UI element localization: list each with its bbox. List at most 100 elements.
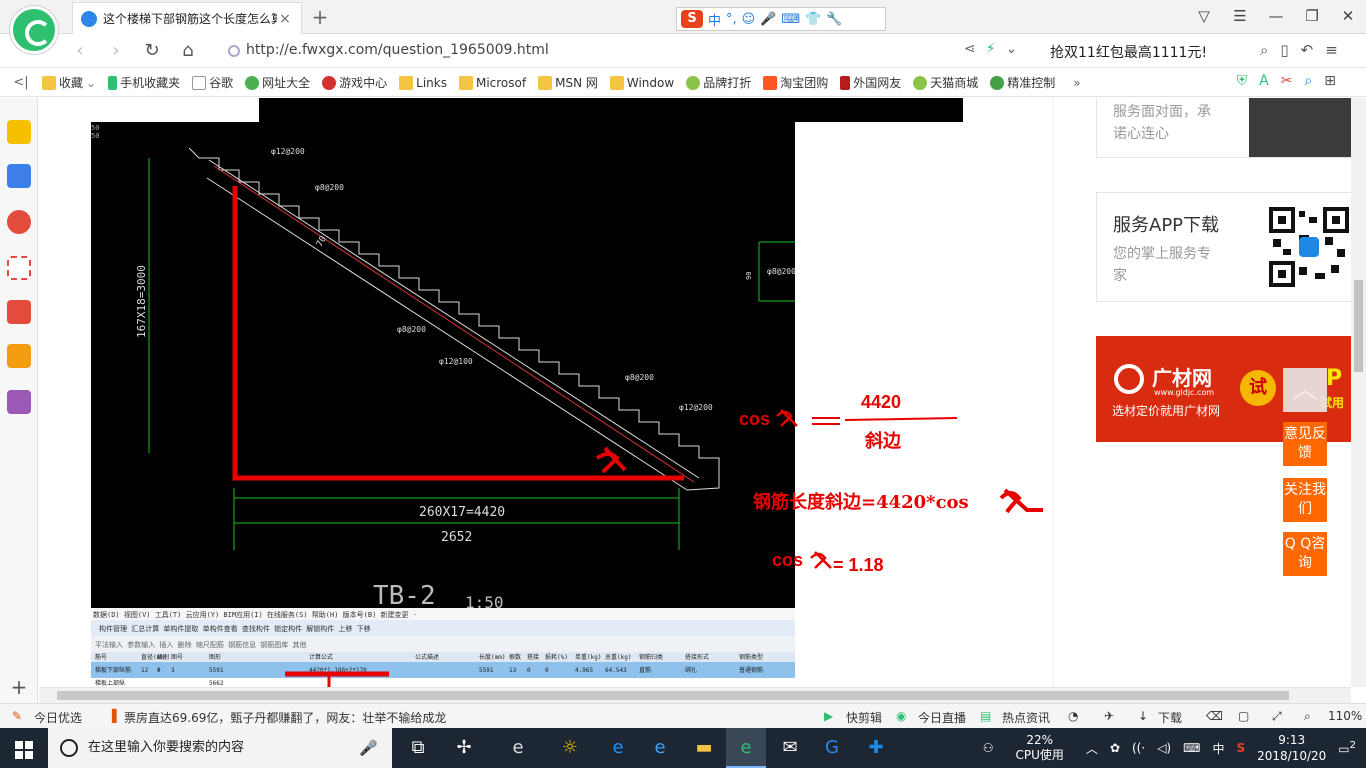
news-feed-icon[interactable] <box>7 164 31 188</box>
live-link[interactable]: 今日直播 <box>918 709 966 726</box>
bookmark-mobile[interactable]: 手机收藏夹 <box>108 74 180 91</box>
maximize-icon[interactable]: ❐ <box>1294 0 1330 32</box>
task-view-icon[interactable]: ⧉ <box>398 728 438 768</box>
follow-us-button[interactable]: 关注我们 <box>1283 478 1327 522</box>
browser-logo-icon[interactable] <box>10 6 58 54</box>
favorites-star-icon[interactable] <box>7 120 31 144</box>
shield-icon[interactable]: ⛨ <box>1237 73 1248 89</box>
bookmark-tmall[interactable]: 天猫商城 <box>913 74 978 91</box>
bookmarks-more-icon[interactable]: » <box>1073 76 1080 90</box>
video-edit-link[interactable]: 快剪辑 <box>846 709 882 726</box>
clock[interactable]: 9:13 2018/10/20 <box>1251 732 1332 764</box>
grid-icon[interactable]: ⊞ <box>1324 73 1336 89</box>
keyboard-icon[interactable]: ⌨ <box>1177 741 1206 755</box>
share-icon[interactable]: ⋖ <box>964 41 976 57</box>
back-icon[interactable]: ‹ <box>68 40 92 62</box>
qr-code-icon[interactable] <box>1269 207 1349 287</box>
url-input[interactable]: http://e.fwxgx.com/question_1965009.html <box>246 42 549 58</box>
bookmark-directory[interactable]: 网址大全 <box>245 74 310 91</box>
bookmark-windows[interactable]: Window <box>609 75 674 90</box>
vertical-scroll-thumb[interactable] <box>1354 280 1363 372</box>
comic-icon[interactable] <box>7 390 31 414</box>
ime-skin-icon[interactable]: 👕 <box>805 12 821 27</box>
skin-icon[interactable]: ▽ <box>1186 0 1222 32</box>
hot-news-link[interactable]: 热点资讯 <box>1002 709 1050 726</box>
ime-indicator[interactable]: 中 <box>1206 740 1230 757</box>
speed-mode-icon[interactable]: ⚡ <box>986 41 996 57</box>
bookmark-favorites[interactable]: 收藏 ⌄ <box>42 74 96 91</box>
refresh-icon[interactable]: ↻ <box>140 40 164 62</box>
browser-taskbar-icon[interactable]: e <box>726 728 766 768</box>
weibo-icon[interactable] <box>7 210 31 234</box>
bookmark-microsoft[interactable]: Microsof <box>458 75 526 90</box>
forward-icon[interactable]: › <box>104 40 128 62</box>
ime-voice-icon[interactable]: 🎤 <box>760 12 776 27</box>
window-icon[interactable]: ▢ <box>1238 709 1249 723</box>
translate-icon[interactable]: A <box>1259 73 1269 89</box>
ime-tools-icon[interactable]: 🔧 <box>826 12 842 27</box>
chevron-down-icon[interactable]: ⌄ <box>1006 41 1018 57</box>
horizontal-scroll-thumb[interactable] <box>57 691 1289 700</box>
network-icon[interactable]: ((· <box>1126 741 1151 755</box>
qq-consult-button[interactable]: Q Q咨询 <box>1283 532 1327 576</box>
undo-icon[interactable]: ↶ <box>1301 41 1314 59</box>
ime-keyboard-icon[interactable]: ⌨ <box>781 12 800 27</box>
tray-app-icon[interactable]: ✿ <box>1104 741 1126 755</box>
download-link[interactable]: 下载 <box>1158 709 1182 726</box>
notification-center-icon[interactable]: ▭2 <box>1332 740 1366 756</box>
zoom-level[interactable]: 110% <box>1328 709 1362 723</box>
cpu-meter[interactable]: 22% CPU使用 <box>1000 733 1080 763</box>
ime-toolbar[interactable]: S 中 °, ☺ 🎤 ⌨ 👕 🔧 <box>676 7 886 31</box>
tab-close-icon[interactable]: × <box>277 11 293 27</box>
mail-icon[interactable] <box>7 256 31 280</box>
360-browser-icon[interactable]: e <box>498 728 538 768</box>
bookmark-games[interactable]: 游戏中心 <box>322 74 387 91</box>
menu-icon[interactable]: ☰ <box>1222 0 1258 32</box>
home-icon[interactable]: ⌂ <box>176 40 200 62</box>
back-to-top-button[interactable]: ︿ <box>1283 368 1327 412</box>
file-explorer-icon[interactable]: ▬ <box>684 728 724 768</box>
microphone-icon[interactable]: 🎤 <box>359 728 378 768</box>
search-icon[interactable]: ⌕ <box>1304 73 1312 89</box>
tray-expand-icon[interactable]: ︿ <box>1080 740 1104 757</box>
app-download-card[interactable]: 服务APP下载 您的掌上服务专 家 <box>1096 192 1351 302</box>
plus-app-icon[interactable]: ✚ <box>856 728 896 768</box>
minimize-icon[interactable]: — <box>1258 0 1294 32</box>
vertical-scrollbar[interactable] <box>1351 98 1366 687</box>
bookmark-precise[interactable]: 精准控制 <box>990 74 1055 91</box>
security-icon[interactable] <box>228 45 240 57</box>
volume-icon[interactable]: ◁) <box>1151 741 1177 755</box>
browser-tab[interactable]: 这个楼梯下部钢筋这个长度怎么算 × <box>72 2 302 34</box>
scissors-icon[interactable]: ✂ <box>1281 73 1293 89</box>
ime-emoji-icon[interactable]: ☺ <box>742 12 756 27</box>
start-button[interactable] <box>0 728 48 768</box>
mail-icon[interactable]: ✉ <box>770 728 810 768</box>
daily-pick-icon[interactable]: ✎ <box>12 709 22 723</box>
fullscreen-icon[interactable]: ⤢ <box>1272 709 1282 724</box>
g-app-icon[interactable]: G <box>812 728 852 768</box>
promo-link[interactable]: 抢双11红包最高1111元! <box>1050 42 1207 62</box>
ime-punct-icon[interactable]: °, <box>726 12 737 27</box>
bookmark-foreign[interactable]: 外国网友 <box>840 74 901 91</box>
people-icon[interactable]: ⚇ <box>977 741 1000 755</box>
pin-icon[interactable]: ✈ <box>1104 709 1114 723</box>
notebook-icon[interactable] <box>7 344 31 368</box>
add-icon[interactable]: + <box>8 675 30 699</box>
new-tab-button[interactable]: + <box>308 5 332 29</box>
ie-icon[interactable]: e <box>640 728 680 768</box>
fan-app-icon[interactable]: ✢ <box>444 728 484 768</box>
bookmark-google[interactable]: 谷歌 <box>192 74 233 91</box>
sogou-tray-icon[interactable]: S <box>1230 741 1251 755</box>
bookmark-taobao[interactable]: 淘宝团购 <box>763 74 828 91</box>
more-icon[interactable]: ≡ <box>1325 41 1338 59</box>
eraser-icon[interactable]: ⌫ <box>1206 709 1223 723</box>
close-icon[interactable]: ✕ <box>1330 0 1366 32</box>
service-card[interactable]: 服务面对面，承 诺心连心 <box>1096 98 1351 158</box>
sidebar-toggle-icon[interactable]: <| <box>0 75 42 90</box>
game-icon[interactable] <box>7 300 31 324</box>
daily-pick-link[interactable]: 今日优选 <box>34 709 82 726</box>
search-icon[interactable]: ⌕ <box>1260 41 1268 59</box>
phone-icon[interactable]: ▯ <box>1280 41 1288 59</box>
horizontal-scrollbar[interactable] <box>39 687 1351 703</box>
bookmark-brand-sale[interactable]: 品牌打折 <box>686 74 751 91</box>
